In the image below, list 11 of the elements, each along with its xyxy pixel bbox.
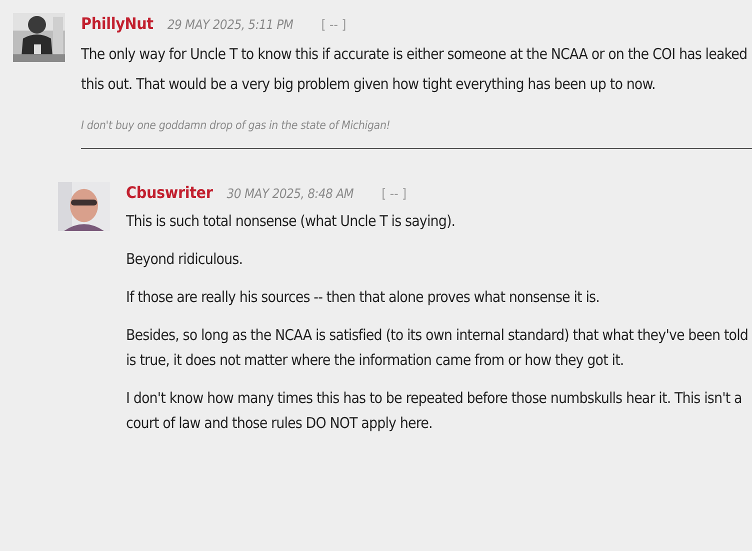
author-link[interactable]: PhillyNut: [81, 14, 154, 33]
comment-text: Besides, so long as the NCAA is satisfied (to its own internal standard) that what they've been told is true, it does not matter where the information came from or how they got it.: [126, 325, 750, 371]
signature-text: I don't buy one goddamn drop of gas in the state of Michigan!: [81, 118, 392, 132]
comment-text: This is such total nonsense (what Uncle T is saying).: [126, 211, 456, 232]
comment-text: The only way for Uncle T to know this if accurate is either someone at the NCAA or on the COI has leaked this out. That would be a very big problem given how tight everything has been up to now.: [81, 44, 748, 95]
author-link[interactable]: Cbuswriter: [126, 183, 213, 202]
comment-text: I don't know how many times this has to be repeated before those numbskulls hear it. This isn't a court of law and those rules DO NOT apply here.: [126, 388, 743, 434]
comment-text: If those are really his sources -- then that alone proves what nonsense it is.: [126, 287, 600, 308]
comment-date: 30 MAY 2025, 8:48 AM: [226, 187, 354, 202]
comment-date: 29 MAY 2025, 5:11 PM: [167, 18, 294, 33]
comment-text: Beyond ridiculous.: [126, 249, 244, 270]
